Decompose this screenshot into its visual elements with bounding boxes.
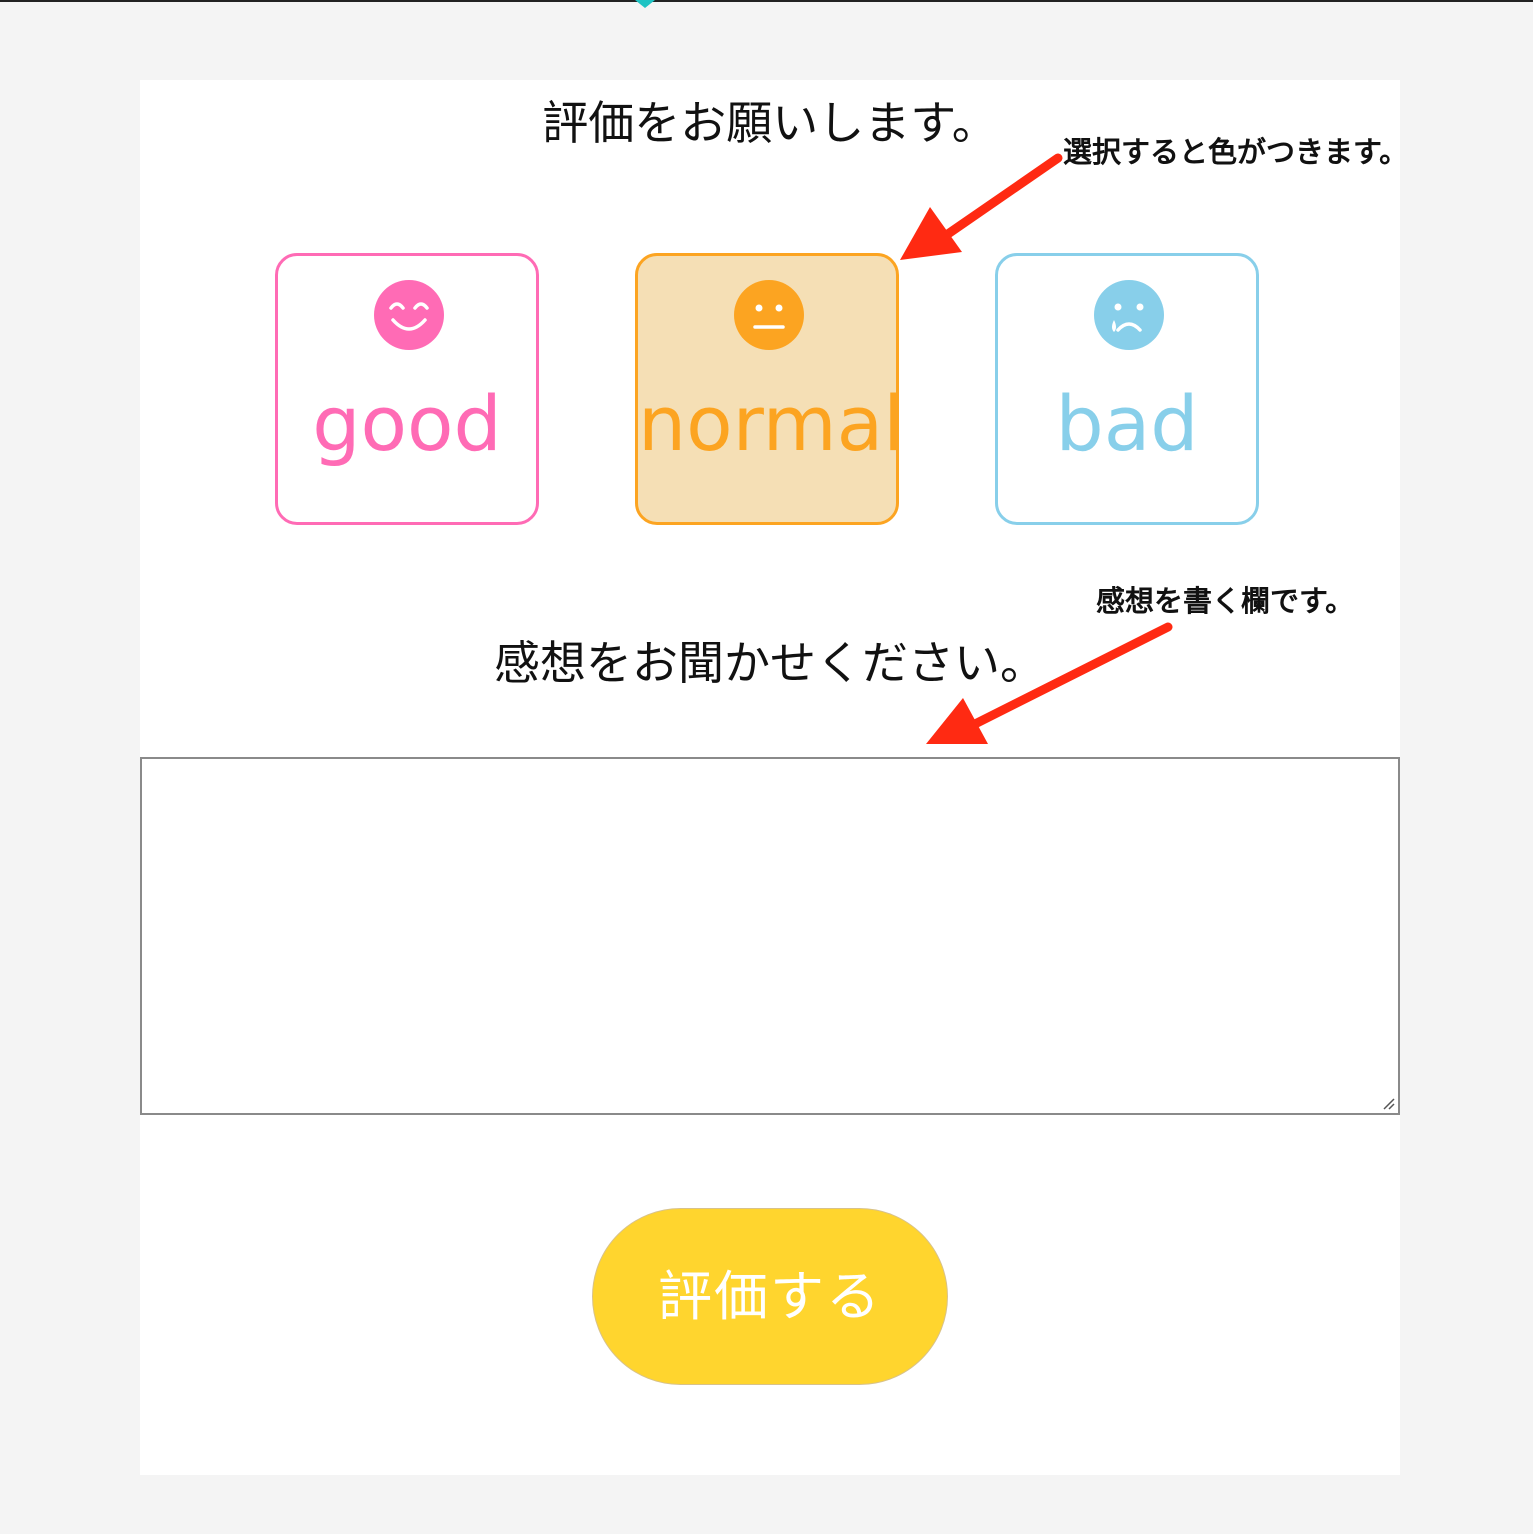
annotation-select-note: 選択すると色がつきます。: [1063, 135, 1409, 169]
resize-grip-icon[interactable]: [1380, 1095, 1396, 1111]
crying-face-icon: [1094, 280, 1164, 350]
annotation-comment-note: 感想を書く欄です。: [1096, 584, 1355, 618]
submit-rating-button[interactable]: 評価する: [592, 1208, 948, 1385]
rating-option-bad[interactable]: bad: [995, 253, 1259, 525]
rating-option-normal[interactable]: normal: [635, 253, 905, 525]
top-marker-icon: [635, 0, 655, 8]
smile-face-icon: [374, 280, 444, 350]
rating-option-good[interactable]: good: [275, 253, 539, 525]
rating-option-label: bad: [1055, 379, 1199, 468]
rating-form: 評価をお願いします。 good normal bad 感想をお聞かせください。: [140, 80, 1400, 1475]
window-top-edge: [0, 0, 1533, 2]
comment-prompt: 感想をお聞かせください。: [494, 636, 1046, 690]
rating-option-label: normal: [638, 379, 905, 468]
neutral-face-icon: [734, 280, 804, 350]
comment-textarea[interactable]: [140, 757, 1400, 1115]
rating-option-label: good: [312, 379, 502, 468]
